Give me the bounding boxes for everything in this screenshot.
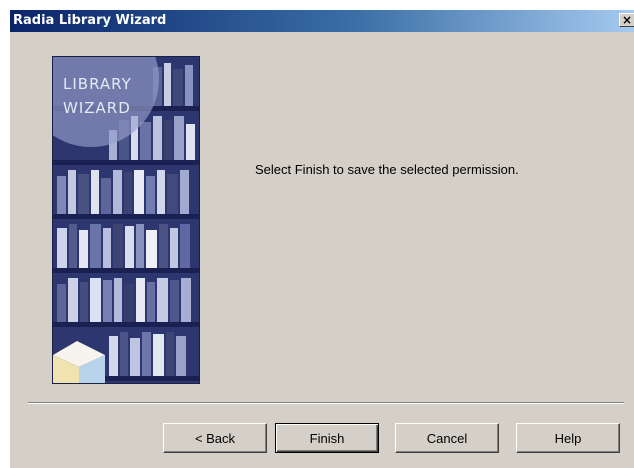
wizard-dialog: Radia Library Wizard × LIBRARY WIZARD Se…	[9, 9, 634, 468]
cancel-button[interactable]: Cancel	[395, 423, 499, 453]
title-bar[interactable]: Radia Library Wizard ×	[10, 10, 634, 32]
window-title: Radia Library Wizard	[13, 13, 167, 28]
bookshelf-row	[53, 166, 199, 214]
bookshelf-row	[53, 220, 199, 268]
finish-button[interactable]: Finish	[275, 423, 379, 453]
button-separator	[28, 402, 624, 404]
wizard-image-line2: WIZARD	[63, 99, 131, 117]
box-logo-icon	[53, 341, 105, 383]
bookshelf-row	[53, 274, 199, 322]
instruction-message: Select Finish to save the selected permi…	[255, 162, 519, 177]
back-button[interactable]: < Back	[163, 423, 267, 453]
library-wizard-image: LIBRARY WIZARD	[52, 56, 200, 384]
close-icon: ×	[621, 13, 633, 27]
wizard-image-line1: LIBRARY	[63, 75, 132, 93]
help-button[interactable]: Help	[516, 423, 620, 453]
close-button[interactable]: ×	[619, 13, 634, 27]
